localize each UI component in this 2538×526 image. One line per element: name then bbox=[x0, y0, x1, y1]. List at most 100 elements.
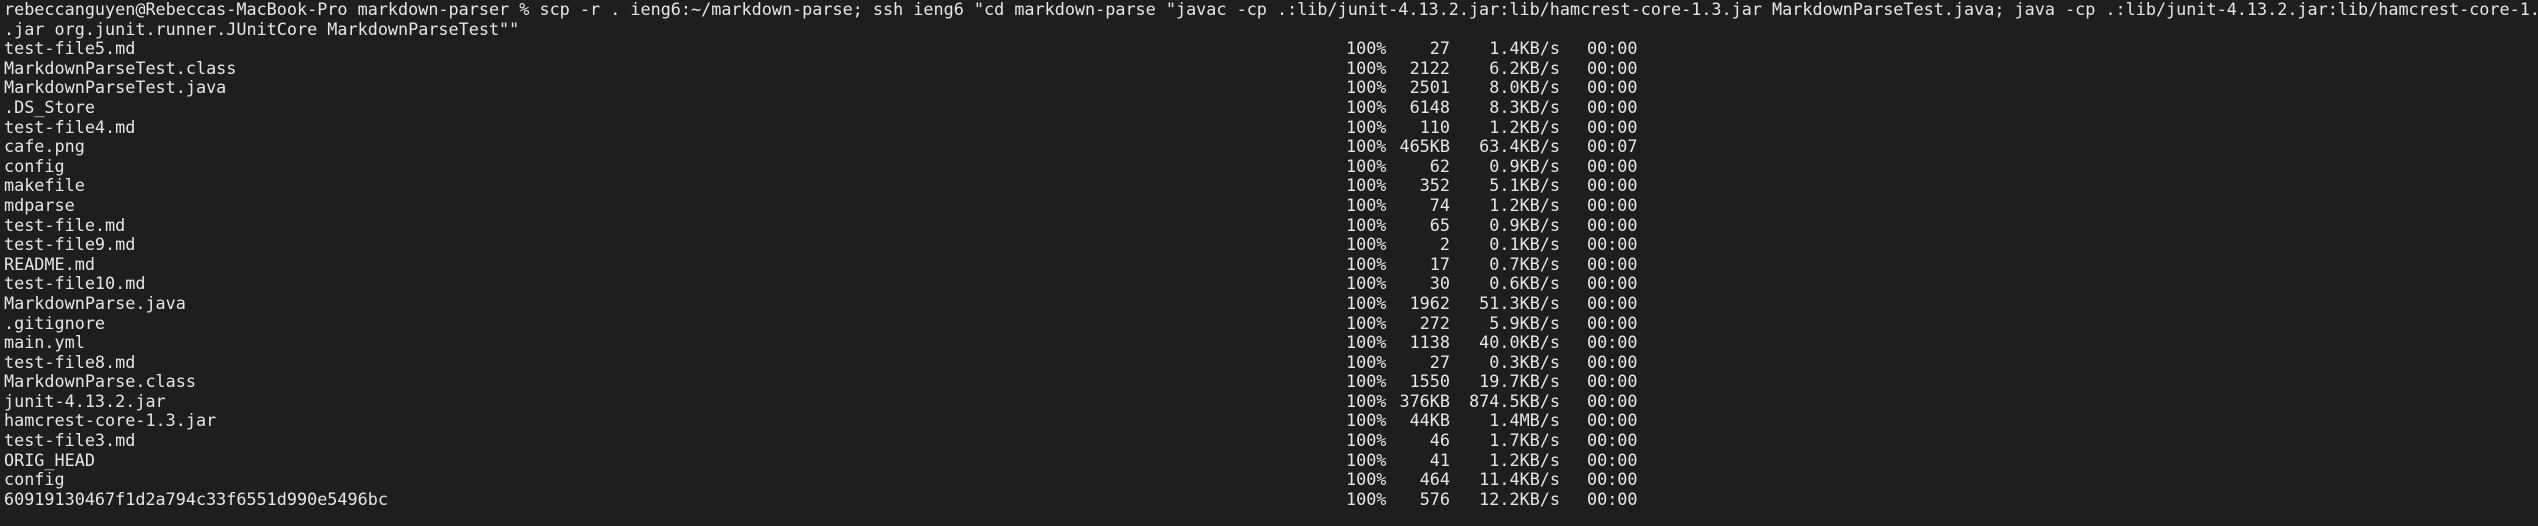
transfer-rate: 8.0KB/s bbox=[1489, 77, 1560, 98]
command-line: rebeccanguyen@Rebeccas-MacBook-Pro markd… bbox=[4, 0, 2538, 19]
file-name: test-file3.md bbox=[4, 430, 136, 451]
transfer-row: .gitignore 100% 272 5.9KB/s 00:00 bbox=[4, 312, 2538, 334]
transfer-list: test-file5.md 100% 27 1.4KB/s 00:00 MarkdownP… bbox=[4, 39, 2538, 509]
file-name: ORIG_HEAD bbox=[4, 449, 95, 470]
transfer-rate: 1.2KB/s bbox=[1489, 449, 1560, 470]
transfer-time: 00:00 bbox=[1587, 57, 1638, 78]
transfer-row: README.md 100% 17 0.7KB/s 00:00 bbox=[4, 253, 2538, 275]
transfer-percent: 100% bbox=[1346, 351, 1387, 372]
transfer-rate: 1.4MB/s bbox=[1489, 410, 1560, 431]
transfer-percent: 100% bbox=[1346, 390, 1387, 411]
transfer-percent: 100% bbox=[1346, 449, 1387, 470]
transfer-row: MarkdownParseTest.class 100% 2122 6.2KB/s 00… bbox=[4, 57, 2538, 79]
file-size: 2122 bbox=[1409, 57, 1450, 78]
transfer-row: test-file4.md 100% 110 1.2KB/s 00:00 bbox=[4, 116, 2538, 138]
file-size: 352 bbox=[1419, 175, 1450, 196]
file-size: 44KB bbox=[1409, 410, 1450, 431]
file-size: 65 bbox=[1429, 214, 1450, 235]
transfer-percent: 100% bbox=[1346, 38, 1387, 59]
transfer-percent: 100% bbox=[1346, 469, 1387, 490]
file-name: MarkdownParse.class bbox=[4, 371, 196, 392]
transfer-time: 00:00 bbox=[1587, 410, 1638, 431]
file-size: 576 bbox=[1419, 488, 1450, 509]
transfer-time: 00:00 bbox=[1587, 390, 1638, 411]
transfer-percent: 100% bbox=[1346, 253, 1387, 274]
transfer-rate: 1.4KB/s bbox=[1489, 38, 1560, 59]
transfer-rate: 874.5KB/s bbox=[1469, 390, 1560, 411]
transfer-time: 00:00 bbox=[1587, 292, 1638, 313]
transfer-percent: 100% bbox=[1346, 214, 1387, 235]
transfer-time: 00:00 bbox=[1587, 116, 1638, 137]
transfer-rate: 0.3KB/s bbox=[1489, 351, 1560, 372]
transfer-row: config 100% 62 0.9KB/s 00:00 bbox=[4, 155, 2538, 177]
transfer-time: 00:00 bbox=[1587, 430, 1638, 451]
transfer-time: 00:07 bbox=[1587, 136, 1638, 157]
file-name: config bbox=[4, 155, 65, 176]
file-size: 272 bbox=[1419, 312, 1450, 333]
transfer-percent: 100% bbox=[1346, 136, 1387, 157]
file-name: MarkdownParseTest.class bbox=[4, 57, 237, 78]
transfer-percent: 100% bbox=[1346, 96, 1387, 117]
transfer-percent: 100% bbox=[1346, 371, 1387, 392]
file-name: test-file10.md bbox=[4, 273, 146, 294]
file-name: junit-4.13.2.jar bbox=[4, 390, 166, 411]
transfer-row: config 100% 464 11.4KB/s 00:00 bbox=[4, 470, 2538, 490]
file-name: MarkdownParseTest.java bbox=[4, 77, 227, 98]
file-size: 465KB bbox=[1399, 136, 1450, 157]
file-name: cafe.png bbox=[4, 136, 85, 157]
file-size: 62 bbox=[1429, 155, 1450, 176]
transfer-row: junit-4.13.2.jar 100% 376KB 874.5KB/s 00:00 bbox=[4, 390, 2538, 412]
file-size: 46 bbox=[1429, 430, 1450, 451]
transfer-time: 00:00 bbox=[1587, 488, 1638, 509]
file-size: 41 bbox=[1429, 449, 1450, 470]
file-name: .DS_Store bbox=[4, 96, 95, 117]
transfer-time: 00:00 bbox=[1587, 96, 1638, 117]
transfer-percent: 100% bbox=[1346, 312, 1387, 333]
transfer-row: .DS_Store 100% 6148 8.3KB/s 00:00 bbox=[4, 96, 2538, 118]
file-size: 30 bbox=[1429, 273, 1450, 294]
transfer-time: 00:00 bbox=[1587, 351, 1638, 372]
transfer-row: test-file10.md 100% 30 0.6KB/s 00:00 bbox=[4, 274, 2538, 294]
transfer-rate: 63.4KB/s bbox=[1479, 136, 1560, 157]
transfer-rate: 11.4KB/s bbox=[1479, 469, 1560, 490]
transfer-row: hamcrest-core-1.3.jar 100% 44KB 1.4MB/s 00:0… bbox=[4, 411, 2538, 431]
transfer-row: test-file9.md 100% 2 0.1KB/s 00:00 bbox=[4, 235, 2538, 255]
transfer-time: 00:00 bbox=[1587, 469, 1638, 490]
transfer-time: 00:00 bbox=[1587, 38, 1638, 59]
transfer-time: 00:00 bbox=[1587, 214, 1638, 235]
transfer-percent: 100% bbox=[1346, 77, 1387, 98]
transfer-percent: 100% bbox=[1346, 116, 1387, 137]
file-name: 60919130467f1d2a794c33f6551d990e5496bc bbox=[4, 488, 388, 509]
transfer-rate: 0.9KB/s bbox=[1489, 214, 1560, 235]
transfer-rate: 5.1KB/s bbox=[1489, 175, 1560, 196]
file-name: makefile bbox=[4, 175, 85, 196]
transfer-time: 00:00 bbox=[1587, 194, 1638, 215]
file-name: main.yml bbox=[4, 332, 85, 353]
file-name: config bbox=[4, 469, 65, 490]
transfer-row: main.yml 100% 1138 40.0KB/s 00:00 bbox=[4, 332, 2538, 353]
transfer-row: mdparse 100% 74 1.2KB/s 00:00 bbox=[4, 194, 2538, 216]
file-size: 1550 bbox=[1409, 371, 1450, 392]
transfer-row: test-file8.md 100% 27 0.3KB/s 00:00 bbox=[4, 351, 2538, 373]
transfer-rate: 5.9KB/s bbox=[1489, 312, 1560, 333]
transfer-percent: 100% bbox=[1346, 332, 1387, 353]
transfer-row: ORIG_HEAD 100% 41 1.2KB/s 00:00 bbox=[4, 449, 2538, 471]
file-size: 6148 bbox=[1409, 96, 1450, 117]
transfer-time: 00:00 bbox=[1587, 175, 1638, 196]
transfer-time: 00:00 bbox=[1587, 253, 1638, 274]
transfer-rate: 0.1KB/s bbox=[1489, 234, 1560, 255]
transfer-row: test-file5.md 100% 27 1.4KB/s 00:00 bbox=[4, 39, 2538, 59]
file-size: 74 bbox=[1429, 194, 1450, 215]
transfer-rate: 0.6KB/s bbox=[1489, 273, 1560, 294]
transfer-rate: 40.0KB/s bbox=[1479, 332, 1560, 353]
transfer-rate: 51.3KB/s bbox=[1479, 292, 1560, 313]
file-size: 2 bbox=[1439, 234, 1450, 255]
transfer-row: test-file3.md 100% 46 1.7KB/s 00:00 bbox=[4, 430, 2538, 451]
file-size: 376KB bbox=[1399, 390, 1450, 411]
file-name: test-file8.md bbox=[4, 351, 136, 372]
terminal-output[interactable]: rebeccanguyen@Rebeccas-MacBook-Pro markd… bbox=[4, 0, 2538, 526]
transfer-percent: 100% bbox=[1346, 292, 1387, 313]
file-name: hamcrest-core-1.3.jar bbox=[4, 410, 217, 431]
transfer-time: 00:00 bbox=[1587, 449, 1638, 470]
transfer-time: 00:00 bbox=[1587, 234, 1638, 255]
